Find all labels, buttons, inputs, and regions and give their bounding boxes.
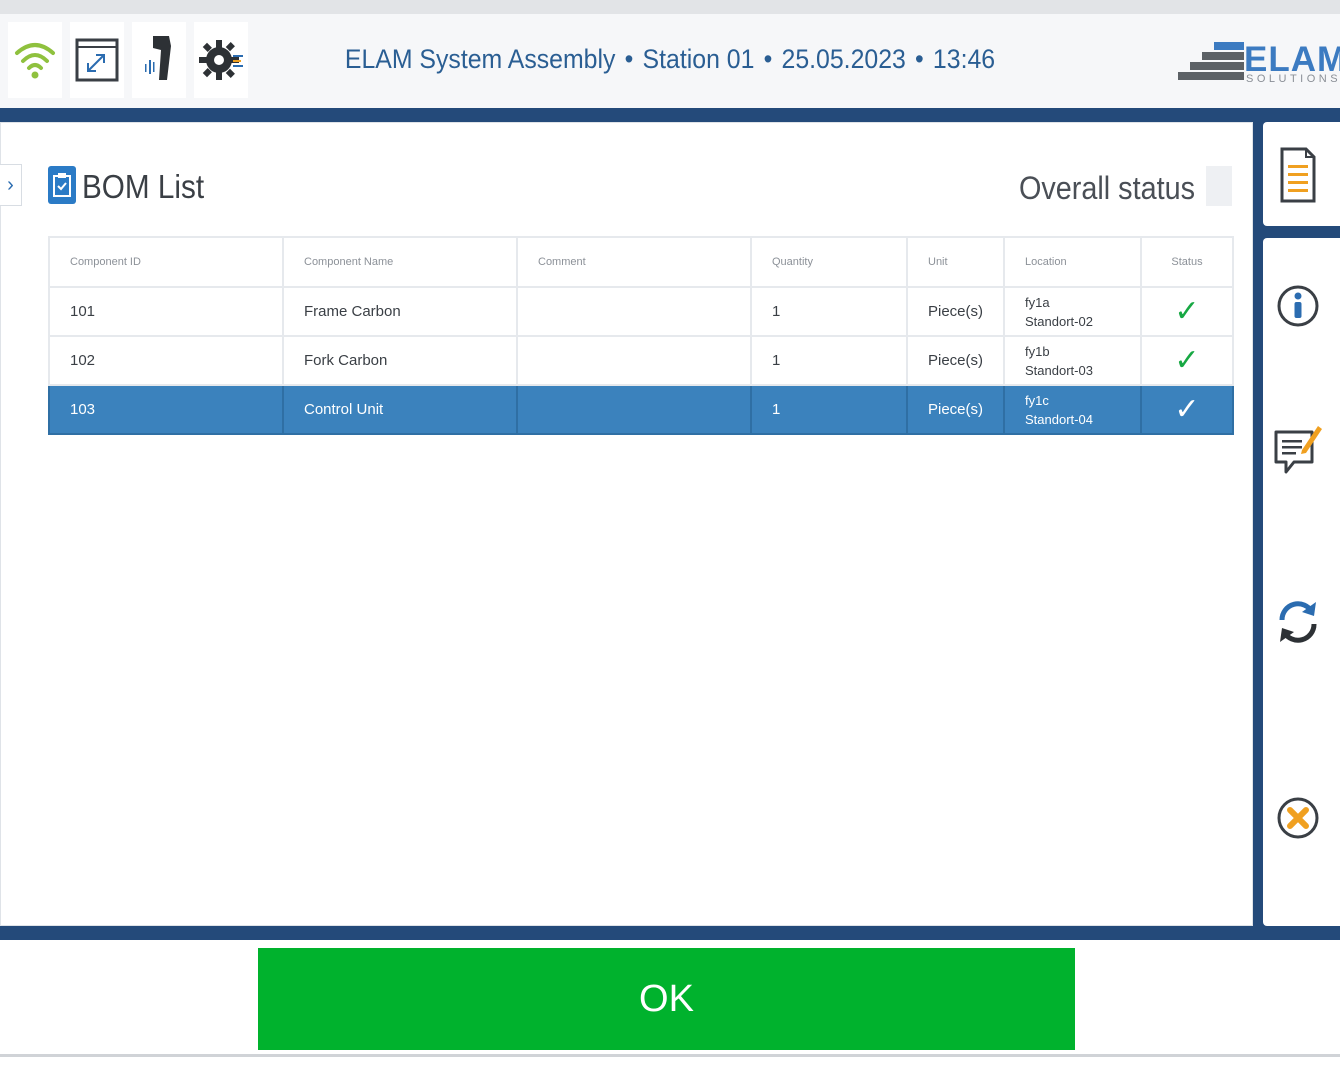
overall-status-label: Overall status — [1018, 170, 1195, 206]
cell-status: ✓ — [1140, 384, 1234, 435]
cell-component-name: Fork Carbon — [282, 335, 518, 386]
collapse-toggle[interactable]: › — [0, 164, 22, 206]
settings-button[interactable] — [194, 22, 248, 98]
column-header[interactable]: Status — [1140, 236, 1234, 288]
overall-status-indicator — [1206, 166, 1232, 206]
cell-quantity: 1 — [750, 286, 908, 337]
table-header-row: Component ID Component Name Comment Quan… — [48, 236, 1234, 288]
fullscreen-button[interactable] — [70, 22, 124, 98]
settings-icon — [199, 40, 243, 80]
column-header[interactable]: Comment — [516, 236, 752, 288]
title-separator: • — [624, 44, 634, 74]
window-frame-bottom — [0, 1054, 1340, 1072]
cell-component-name: Control Unit — [282, 384, 518, 435]
comment-edit-icon — [1274, 426, 1322, 474]
cell-unit: Piece(s) — [906, 384, 1005, 435]
location-code: fy1b — [1025, 343, 1050, 359]
ok-button[interactable]: OK — [258, 948, 1075, 1050]
cancel-button[interactable] — [1266, 786, 1330, 850]
location-code: fy1a — [1025, 294, 1050, 310]
check-icon: ✓ — [1174, 392, 1200, 426]
cell-quantity: 1 — [750, 384, 908, 435]
column-header[interactable]: Location — [1003, 236, 1142, 288]
column-header[interactable]: Component ID — [48, 236, 284, 288]
table-row[interactable]: 101 Frame Carbon 1 Piece(s) fy1a Standort… — [48, 286, 1234, 337]
page-title: BOM List — [82, 168, 205, 205]
fullscreen-icon — [75, 38, 119, 82]
cell-comment — [516, 384, 752, 435]
cell-component-id: 101 — [48, 286, 284, 337]
header-bar: ELAM System Assembly • Station 01 • 25.05.20… — [0, 14, 1340, 108]
cell-component-id: 103 — [48, 384, 284, 435]
cell-unit: Piece(s) — [906, 335, 1005, 386]
cell-location: fy1c Standort-04 — [1003, 384, 1142, 435]
cell-status: ✓ — [1140, 286, 1234, 337]
check-icon: ✓ — [1174, 343, 1200, 377]
title-separator: • — [763, 44, 773, 74]
logo-subtext: SOLUTIONS — [1246, 73, 1340, 85]
date-label: 25.05.2023 — [781, 44, 906, 74]
station-label: Station 01 — [642, 44, 755, 74]
cell-status: ✓ — [1140, 335, 1234, 386]
table-row-selected[interactable]: 103 Control Unit 1 Piece(s) fy1c Standort… — [48, 384, 1234, 435]
cell-component-name: Frame Carbon — [282, 286, 518, 337]
cell-comment — [516, 286, 752, 337]
scanner-button[interactable] — [132, 22, 186, 98]
elam-logo: ELAM SOLUTIONS — [1176, 38, 1340, 102]
cell-location: fy1b Standort-03 — [1003, 335, 1142, 386]
info-button[interactable] — [1266, 274, 1330, 338]
bom-list-icon — [48, 166, 76, 204]
time-label: 13:46 — [932, 44, 996, 74]
column-header[interactable]: Component Name — [282, 236, 518, 288]
check-icon: ✓ — [1174, 294, 1200, 328]
app-name: ELAM System Assembly — [344, 44, 616, 74]
cell-comment — [516, 335, 752, 386]
header-divider — [0, 108, 1340, 122]
column-header[interactable]: Quantity — [750, 236, 908, 288]
cell-unit: Piece(s) — [906, 286, 1005, 337]
title-separator: • — [915, 44, 924, 74]
header-title: ELAM System Assembly • Station 01 • 25.05.20… — [302, 44, 1038, 75]
refresh-icon — [1279, 601, 1317, 643]
cell-component-id: 102 — [48, 335, 284, 386]
cell-quantity: 1 — [750, 335, 908, 386]
wifi-icon — [15, 43, 55, 79]
location-name: Standort-03 — [1025, 362, 1093, 378]
location-name: Standort-04 — [1025, 411, 1093, 427]
logo-stairs-icon — [1178, 42, 1244, 80]
document-button[interactable] — [1266, 142, 1330, 206]
info-icon — [1277, 285, 1319, 327]
location-code: fy1c — [1025, 392, 1049, 408]
chevron-right-icon: › — [7, 173, 14, 196]
footer-divider — [0, 926, 1340, 940]
comment-button[interactable] — [1266, 420, 1330, 484]
wifi-button[interactable] — [8, 22, 62, 98]
cell-location: fy1a Standort-02 — [1003, 286, 1142, 337]
column-header[interactable]: Unit — [906, 236, 1005, 288]
location-name: Standort-02 — [1025, 313, 1093, 329]
barcode-scanner-icon — [145, 36, 171, 80]
table-row[interactable]: 102 Fork Carbon 1 Piece(s) fy1b Standort-… — [48, 335, 1234, 386]
refresh-button[interactable] — [1266, 590, 1330, 654]
bom-table: Component ID Component Name Comment Quan… — [48, 236, 1234, 435]
document-icon — [1280, 147, 1316, 203]
window-frame-top — [0, 0, 1340, 14]
cancel-icon — [1277, 797, 1319, 839]
